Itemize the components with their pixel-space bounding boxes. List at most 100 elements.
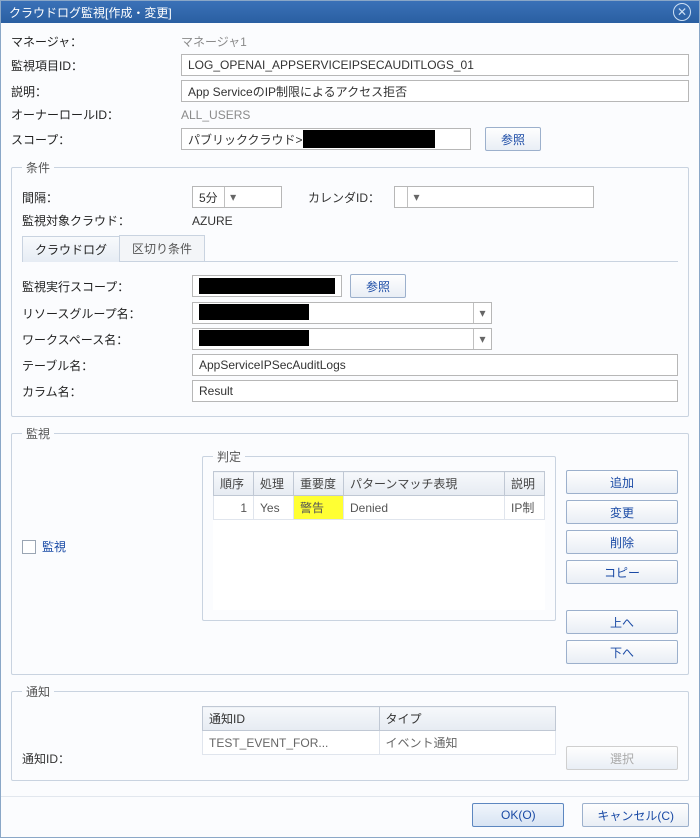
add-button[interactable]: 追加 — [566, 470, 678, 494]
label-calendar: カレンダID： — [308, 189, 394, 206]
label-owner-role: オーナーロールID： — [11, 106, 181, 123]
select-button[interactable]: 選択 — [566, 746, 678, 770]
table-row[interactable]: 1 Yes 警告 Denied IP制 — [214, 496, 545, 520]
combo-resource-group[interactable]: ▾ — [192, 302, 492, 324]
legend-monitor: 監視 — [22, 425, 54, 442]
row-table-name: テーブル名： — [22, 354, 678, 376]
copy-button[interactable]: コピー — [566, 560, 678, 584]
notice-table: 通知ID タイプ TEST_EVENT_FOR... イベント通知 — [202, 706, 556, 755]
close-icon[interactable]: ✕ — [673, 3, 691, 21]
value-target-cloud: AZURE — [192, 214, 233, 228]
row-owner-role: オーナーロールID： ALL_USERS — [11, 106, 689, 123]
section-notice: 通知 通知ID： 通知ID タイプ TEST_EVENT_FOR. — [11, 683, 689, 781]
label-column-name: カラム名： — [22, 383, 192, 400]
col-desc: 説明 — [505, 472, 545, 496]
scope-refer-button[interactable]: 参照 — [485, 127, 541, 151]
dialog-footer: OK(O) キャンセル(C) — [1, 796, 699, 837]
label-interval: 間隔： — [22, 189, 192, 206]
label-scope: スコープ： — [11, 131, 181, 148]
workspace-redacted — [199, 330, 309, 346]
monitor-checkbox-area: 監視 — [22, 448, 192, 557]
cell-pattern: Denied — [344, 496, 505, 520]
row-description: 説明： — [11, 80, 689, 102]
tab-cloudlog[interactable]: クラウドログ — [22, 236, 120, 262]
up-button[interactable]: 上へ — [566, 610, 678, 634]
value-owner-role: ALL_USERS — [181, 108, 250, 122]
col-process: 処理 — [254, 472, 294, 496]
legend-judgment: 判定 — [213, 448, 245, 465]
legend-condition: 条件 — [22, 159, 54, 176]
label-workspace: ワークスペース名： — [22, 331, 192, 348]
titlebar: クラウドログ監視[作成・変更] ✕ — [1, 1, 699, 23]
label-description: 説明： — [11, 83, 181, 100]
exec-scope-redacted — [199, 278, 335, 294]
section-judgment: 判定 順序 処理 重要度 パターンマッチ表現 説明 — [202, 448, 556, 621]
row-column-name: カラム名： — [22, 380, 678, 402]
cell-order: 1 — [214, 496, 254, 520]
input-monitor-id[interactable] — [181, 54, 689, 76]
checkbox-monitor-label: 監視 — [42, 538, 66, 555]
dialog-window: クラウドログ監視[作成・変更] ✕ マネージャ： マネージャ1 監視項目ID： … — [0, 0, 700, 838]
combo-interval-value: 5分 — [193, 189, 224, 206]
row-manager: マネージャ： マネージャ1 — [11, 33, 689, 50]
row-monitor-id: 監視項目ID： — [11, 54, 689, 76]
row-exec-scope: 監視実行スコープ： 参照 — [22, 274, 678, 298]
tabpanel-cloudlog: 監視実行スコープ： 参照 リソースグループ名： ▾ ワークスペース名： — [22, 262, 678, 402]
col-order: 順序 — [214, 472, 254, 496]
label-table-name: テーブル名： — [22, 357, 192, 374]
combo-calendar[interactable]: ▾ — [394, 186, 594, 208]
chevron-down-icon: ▾ — [473, 329, 491, 349]
judgment-table: 順序 処理 重要度 パターンマッチ表現 説明 1 Yes 警告 — [213, 471, 545, 520]
input-table-name[interactable] — [192, 354, 678, 376]
row-target-cloud: 監視対象クラウド： AZURE — [22, 212, 678, 229]
combo-interval[interactable]: 5分 ▾ — [192, 186, 282, 208]
label-manager: マネージャ： — [11, 33, 181, 50]
label-resource-group: リソースグループ名： — [22, 305, 192, 322]
scope-redacted — [303, 130, 435, 148]
row-resource-group: リソースグループ名： ▾ — [22, 302, 678, 324]
input-column-name[interactable] — [192, 380, 678, 402]
row-interval: 間隔： 5分 ▾ カレンダID： ▾ — [22, 186, 678, 208]
cell-severity: 警告 — [294, 496, 344, 520]
dialog-title: クラウドログ監視[作成・変更] — [9, 4, 172, 21]
resource-group-redacted — [199, 304, 309, 320]
monitor-checkbox-wrapper[interactable]: 監視 — [22, 538, 66, 555]
edit-button[interactable]: 変更 — [566, 500, 678, 524]
exec-scope-refer-button[interactable]: 参照 — [350, 274, 406, 298]
label-target-cloud: 監視対象クラウド： — [22, 212, 192, 229]
legend-notice: 通知 — [22, 683, 54, 700]
dialog-body: マネージャ： マネージャ1 監視項目ID： 説明： オーナーロールID： ALL… — [1, 23, 699, 796]
cancel-button[interactable]: キャンセル(C) — [582, 803, 689, 827]
tab-delimiter[interactable]: 区切り条件 — [119, 235, 205, 261]
row-scope: スコープ： パブリッククラウド> 参照 — [11, 127, 689, 151]
col-severity: 重要度 — [294, 472, 344, 496]
chevron-down-icon: ▾ — [407, 187, 425, 207]
col-notice-id: 通知ID — [203, 707, 380, 731]
value-scope: パブリッククラウド> — [181, 128, 471, 150]
scope-prefix: パブリッククラウド> — [188, 131, 303, 148]
delete-button[interactable]: 削除 — [566, 530, 678, 554]
label-exec-scope: 監視実行スコープ： — [22, 278, 192, 295]
cell-process: Yes — [254, 496, 294, 520]
cell-desc: IP制 — [505, 496, 545, 520]
label-monitor-id: 監視項目ID： — [11, 57, 181, 74]
label-notice-id: 通知ID： — [22, 706, 192, 767]
cell-notice-type: イベント通知 — [379, 731, 556, 755]
col-pattern: パターンマッチ表現 — [344, 472, 505, 496]
chevron-down-icon: ▾ — [224, 187, 242, 207]
value-exec-scope — [192, 275, 342, 297]
table-row[interactable]: TEST_EVENT_FOR... イベント通知 — [203, 731, 556, 755]
checkbox-monitor[interactable] — [22, 540, 36, 554]
condition-tabs: クラウドログ 区切り条件 — [22, 235, 678, 262]
value-manager: マネージャ1 — [181, 33, 247, 50]
input-description[interactable] — [181, 80, 689, 102]
section-condition: 条件 間隔： 5分 ▾ カレンダID： ▾ 監視対象クラウド： AZURE — [11, 159, 689, 417]
down-button[interactable]: 下へ — [566, 640, 678, 664]
judgment-buttons: 追加 変更 削除 コピー 上へ 下へ — [566, 448, 678, 664]
section-monitor: 監視 監視 判定 順序 処理 重要度 — [11, 425, 689, 675]
cell-notice-id: TEST_EVENT_FOR... — [203, 731, 380, 755]
ok-button[interactable]: OK(O) — [472, 803, 564, 827]
combo-workspace[interactable]: ▾ — [192, 328, 492, 350]
col-notice-type: タイプ — [379, 707, 556, 731]
table-empty-area — [213, 520, 545, 610]
